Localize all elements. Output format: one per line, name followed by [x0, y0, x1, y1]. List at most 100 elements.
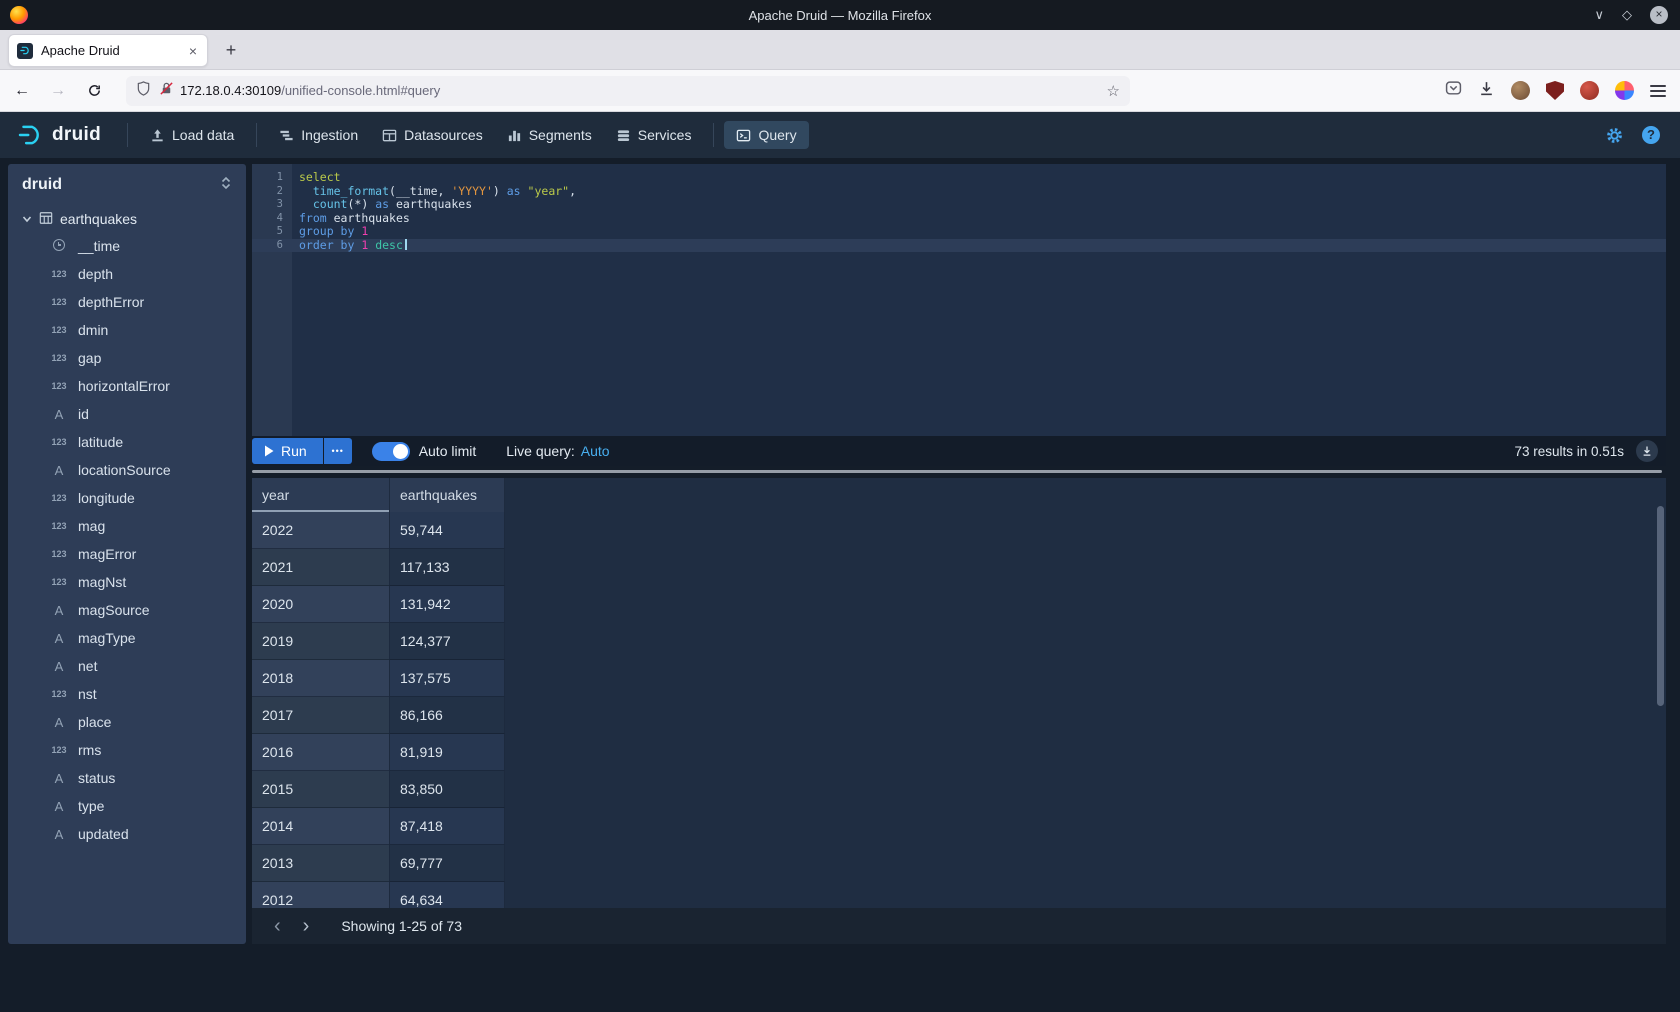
- sidebar-column-gap[interactable]: 123gap: [8, 344, 246, 372]
- table-row[interactable]: 2019124,377: [252, 623, 1666, 660]
- table-row[interactable]: 201583,850: [252, 771, 1666, 808]
- results-table: yearearthquakes 202259,7442021117,133202…: [252, 478, 1666, 908]
- sidebar-column-rms[interactable]: 123rms: [8, 736, 246, 764]
- table-row[interactable]: 2021117,133: [252, 549, 1666, 586]
- tracking-shield-icon[interactable]: [136, 81, 151, 101]
- nav-segments[interactable]: Segments: [495, 121, 604, 149]
- url-input[interactable]: 172.18.0.4:30109/unified-console.html#qu…: [126, 76, 1130, 106]
- cell-earthquakes: 124,377: [390, 623, 505, 660]
- sidebar-column-type[interactable]: Atype: [8, 792, 246, 820]
- sidebar-column-dmin[interactable]: 123dmin: [8, 316, 246, 344]
- account-avatar-icon[interactable]: [1511, 81, 1530, 100]
- druid-logo[interactable]: druid: [0, 122, 117, 148]
- cell-earthquakes: 86,166: [390, 697, 505, 734]
- nav-label: Services: [638, 127, 692, 143]
- editor-line[interactable]: 1select: [252, 171, 1666, 185]
- cell-year: 2020: [252, 586, 390, 623]
- nav-ingestion[interactable]: Ingestion: [267, 121, 370, 149]
- run-button[interactable]: Run: [252, 438, 323, 464]
- pinwheel-extension-icon[interactable]: [1615, 81, 1634, 100]
- sidebar-column-place[interactable]: Aplace: [8, 708, 246, 736]
- editor-line[interactable]: 6order by 1 desc: [252, 239, 1666, 253]
- table-row[interactable]: 201264,634: [252, 882, 1666, 908]
- sidebar-column-locationSource[interactable]: AlocationSource: [8, 456, 246, 484]
- tab-close-icon[interactable]: ×: [187, 43, 199, 59]
- sort-double-caret-icon[interactable]: [220, 176, 232, 195]
- previous-page-icon[interactable]: ‹: [266, 915, 289, 938]
- editor-line[interactable]: 5group by 1: [252, 225, 1666, 239]
- new-tab-button[interactable]: +: [218, 38, 244, 64]
- ublock-extension-icon[interactable]: [1546, 81, 1564, 100]
- window-minimize-icon[interactable]: ∨: [1594, 0, 1604, 30]
- table-row[interactable]: 201681,919: [252, 734, 1666, 771]
- vertical-scrollbar[interactable]: [1657, 506, 1664, 706]
- extension-icon[interactable]: [1580, 81, 1599, 100]
- table-row[interactable]: 201487,418: [252, 808, 1666, 845]
- live-query-label: Live query:: [506, 443, 574, 459]
- column-name: magNst: [78, 574, 126, 590]
- load-data-icon: [150, 128, 165, 143]
- editor-line[interactable]: 3 count(*) as earthquakes: [252, 198, 1666, 212]
- code-text: count(*) as earthquakes: [292, 198, 472, 212]
- datasource-earthquakes[interactable]: earthquakes: [8, 206, 246, 232]
- sidebar-column-longitude[interactable]: 123longitude: [8, 484, 246, 512]
- table-row[interactable]: 2020131,942: [252, 586, 1666, 623]
- query-editor[interactable]: 1select2 time_format(__time, 'YYYY') as …: [252, 164, 1666, 436]
- sidebar-column-latitude[interactable]: 123latitude: [8, 428, 246, 456]
- sidebar-column-magNst[interactable]: 123magNst: [8, 568, 246, 596]
- auto-limit-toggle[interactable]: [372, 442, 410, 461]
- tab-bar: Apache Druid × +: [0, 30, 1680, 70]
- window-close-icon[interactable]: ×: [1650, 6, 1668, 24]
- browser-toolbar: ← → 172.18.0.4:30109/unified-console.htm…: [0, 70, 1680, 112]
- download-results-icon[interactable]: [1636, 440, 1658, 462]
- pagination-text: Showing 1-25 of 73: [341, 918, 462, 934]
- editor-line[interactable]: 4from earthquakes: [252, 212, 1666, 226]
- reload-button[interactable]: [80, 77, 108, 105]
- sidebar-column-magSource[interactable]: AmagSource: [8, 596, 246, 624]
- settings-gear-icon[interactable]: [1605, 126, 1624, 145]
- next-page-icon[interactable]: ›: [295, 915, 318, 938]
- editor-line[interactable]: 2 time_format(__time, 'YYYY') as "year",: [252, 185, 1666, 199]
- table-row[interactable]: 2018137,575: [252, 660, 1666, 697]
- line-number: 5: [252, 225, 292, 239]
- chevron-down-icon[interactable]: [22, 211, 32, 227]
- sidebar-column-horizontalError[interactable]: 123horizontalError: [8, 372, 246, 400]
- number-type-icon: 123: [48, 437, 70, 447]
- menu-icon[interactable]: [1650, 85, 1666, 97]
- sidebar-column-updated[interactable]: Aupdated: [8, 820, 246, 848]
- column-header-year[interactable]: year: [252, 478, 390, 512]
- insecure-lock-icon[interactable]: [159, 81, 174, 101]
- help-icon[interactable]: ?: [1642, 126, 1660, 144]
- pocket-icon[interactable]: [1445, 80, 1462, 102]
- table-row[interactable]: 201369,777: [252, 845, 1666, 882]
- forward-button[interactable]: →: [44, 77, 72, 105]
- column-name: gap: [78, 350, 101, 366]
- sidebar-column-id[interactable]: Aid: [8, 400, 246, 428]
- table-row[interactable]: 201786,166: [252, 697, 1666, 734]
- sidebar-column-nst[interactable]: 123nst: [8, 680, 246, 708]
- live-query-value[interactable]: Auto: [581, 443, 610, 459]
- window-maximize-icon[interactable]: ◇: [1622, 0, 1632, 30]
- run-more-button[interactable]: •••: [324, 438, 352, 464]
- column-header-earthquakes[interactable]: earthquakes: [390, 478, 505, 512]
- sidebar-column-magType[interactable]: AmagType: [8, 624, 246, 652]
- sidebar-column-depth[interactable]: 123depth: [8, 260, 246, 288]
- sidebar-column-net[interactable]: Anet: [8, 652, 246, 680]
- sidebar-column-depthError[interactable]: 123depthError: [8, 288, 246, 316]
- nav-query[interactable]: Query: [724, 121, 808, 149]
- nav-services[interactable]: Services: [604, 121, 704, 149]
- code-text: order by 1 desc: [292, 239, 407, 253]
- bookmark-star-icon[interactable]: ☆: [1107, 82, 1120, 100]
- nav-datasources[interactable]: Datasources: [370, 121, 495, 149]
- cell-year: 2018: [252, 660, 390, 697]
- browser-tab[interactable]: Apache Druid ×: [8, 34, 208, 67]
- sidebar-column-status[interactable]: Astatus: [8, 764, 246, 792]
- nav-load-data[interactable]: Load data: [138, 121, 246, 149]
- table-row[interactable]: 202259,744: [252, 512, 1666, 549]
- back-button[interactable]: ←: [8, 77, 36, 105]
- sidebar-column-magError[interactable]: 123magError: [8, 540, 246, 568]
- sidebar-column-mag[interactable]: 123mag: [8, 512, 246, 540]
- horizontal-scrollbar[interactable]: [252, 470, 1662, 473]
- downloads-icon[interactable]: [1478, 80, 1495, 102]
- sidebar-column-__time[interactable]: __time: [8, 232, 246, 260]
